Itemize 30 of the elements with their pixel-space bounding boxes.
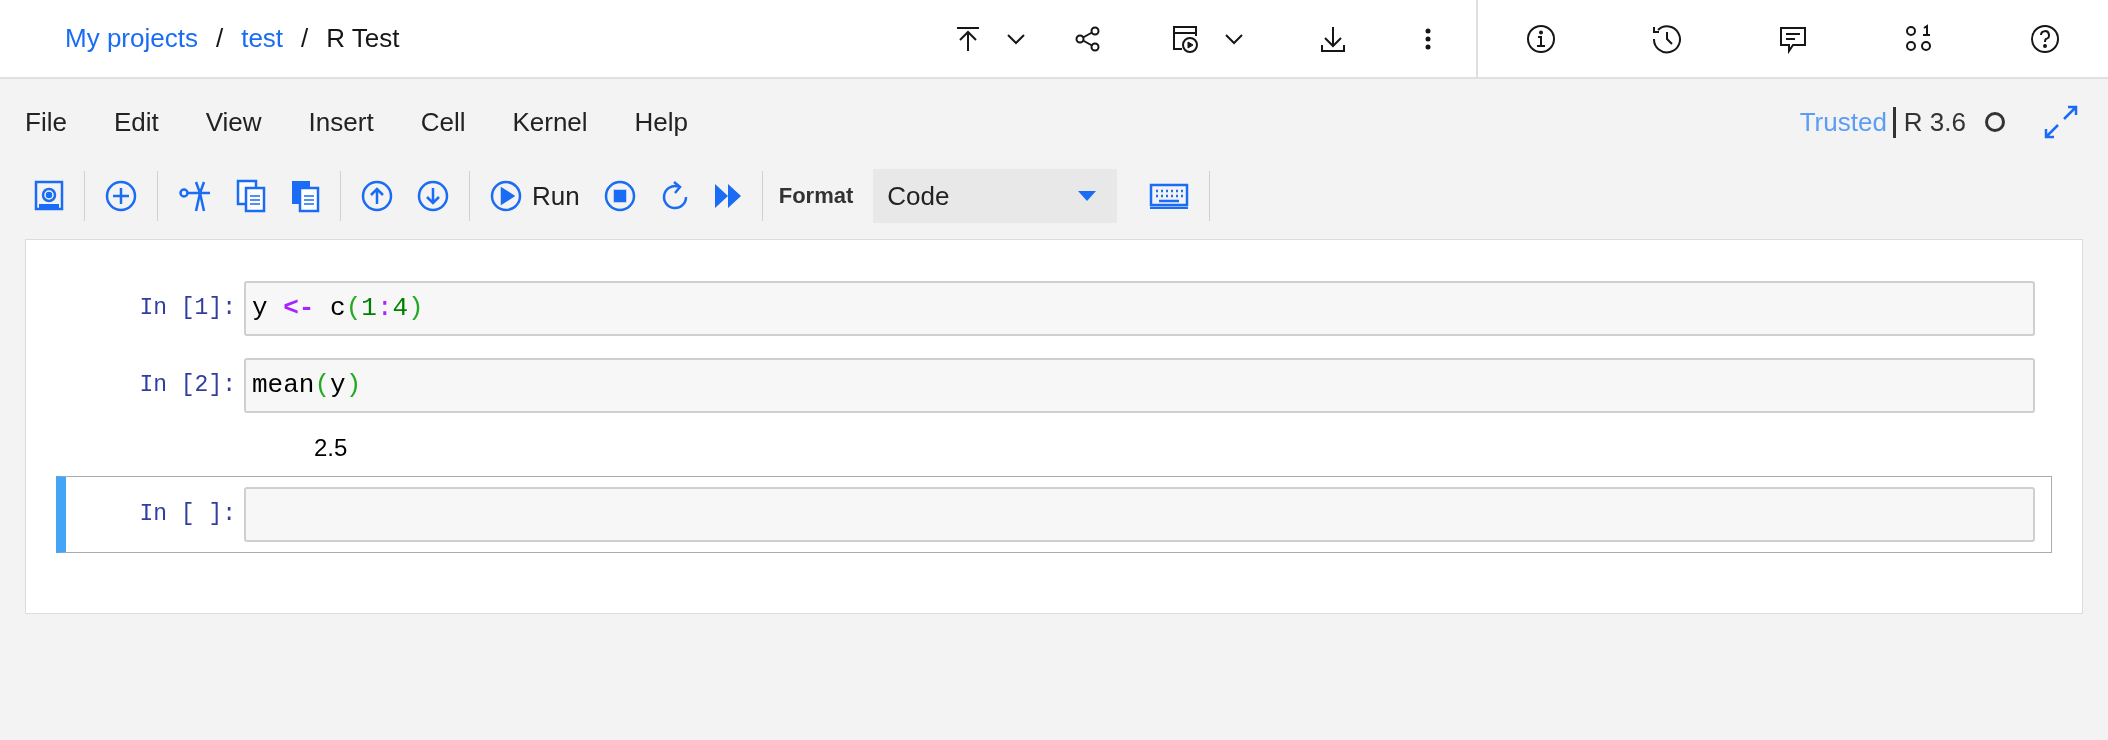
cell-prompt: In [ ]: [138,500,237,529]
caret-icon [1077,190,1098,202]
play-icon [490,180,522,212]
cell-prompt: In [2]: [138,371,237,400]
breadcrumb-current: R Test [326,23,400,54]
menu-item[interactable]: Insert [308,106,374,138]
cell-type-dropdown[interactable]: Code [873,169,1118,223]
breadcrumb-separator: / [301,23,309,54]
code-input[interactable]: y <- c(1:4) [244,281,2035,336]
run-button[interactable]: Run [478,172,592,220]
menu-item[interactable]: Edit [113,106,159,138]
cell-prompt: In [1]: [138,294,237,323]
code-input[interactable]: mean(y) [244,358,2035,413]
code-cell[interactable]: In [ ]: [56,476,2052,553]
expand-icon[interactable] [2044,105,2078,139]
menu-item[interactable]: Help [634,106,689,138]
menu-item[interactable]: Kernel [512,106,588,138]
menu-item[interactable]: File [25,106,67,138]
code-cell[interactable]: In [1]: y <- c(1:4) [56,270,2052,347]
code-cell[interactable]: In [2]: mean(y) [56,347,2052,424]
kernel-name: R 3.6 [1903,106,1966,138]
breadcrumb-link[interactable]: My projects [65,23,198,54]
code-input[interactable] [244,487,2035,542]
format-label: Format [778,183,854,209]
kernel-idle-icon [1984,111,2006,133]
menu-item[interactable]: View [205,106,262,138]
breadcrumb-separator: / [215,23,224,54]
breadcrumb-link[interactable]: test [241,23,284,54]
menu-item[interactable]: Cell [420,106,466,138]
cell-output: 2.5 [313,433,349,463]
